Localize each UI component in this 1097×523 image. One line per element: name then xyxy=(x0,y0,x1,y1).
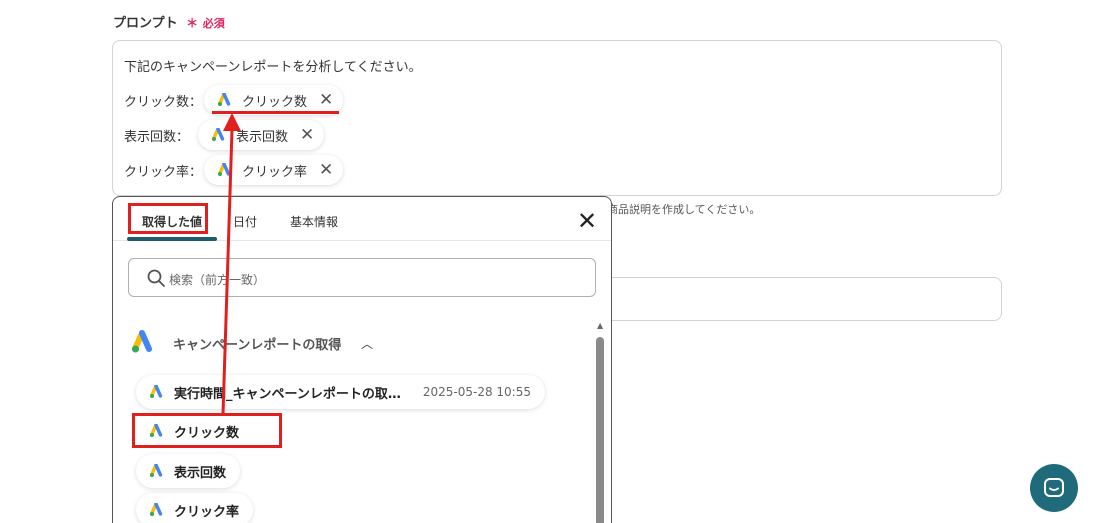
close-icon[interactable]: ✕ xyxy=(577,209,597,233)
next-field-input[interactable] xyxy=(600,277,1002,321)
google-ads-icon xyxy=(150,503,163,516)
scroll-up-arrow-icon[interactable]: ▲ xyxy=(597,321,603,330)
workflow-editor: プロンプト ＊ 必須 下記のキャンペーンレポートを分析してください。 クリック数… xyxy=(0,0,1097,523)
chip-label: クリック数 xyxy=(242,94,308,110)
item-label: 実行時間_キャンペーンレポートの取… xyxy=(174,386,401,402)
prompt-label-text: プロンプト xyxy=(113,16,178,31)
scrollbar-thumb[interactable] xyxy=(596,337,604,523)
list-item-impressions[interactable]: 表示回数 xyxy=(136,454,241,488)
google-ads-icon xyxy=(212,128,225,141)
close-icon[interactable]: ✕ xyxy=(300,126,314,144)
prompt-row-label-ctr: クリック率： xyxy=(124,165,203,180)
google-ads-icon xyxy=(150,385,163,398)
tab-basic-info[interactable]: 基本情報 xyxy=(290,213,338,230)
prompt-row-label-clicks: クリック数： xyxy=(124,95,203,110)
required-text: 必須 xyxy=(202,17,225,30)
chip-label: 表示回数 xyxy=(236,129,289,145)
search-icon xyxy=(147,269,165,287)
item-label: クリック率 xyxy=(174,504,240,520)
search-placeholder: 検索（前方一致） xyxy=(169,273,266,287)
prompt-hint-text: 商品説明を作成してください。 xyxy=(607,203,761,216)
chat-support-button[interactable] xyxy=(1030,464,1078,512)
google-ads-icon xyxy=(218,93,231,106)
item-label: 表示回数 xyxy=(174,465,227,481)
chip-label: クリック率 xyxy=(242,164,308,180)
prompt-row-label-impressions: 表示回数： xyxy=(124,130,190,145)
list-item-exec-time[interactable]: 実行時間_キャンペーンレポートの取… 2025-05-28 10:55 xyxy=(136,375,545,409)
prompt-line-1: 下記のキャンペーンレポートを分析してください。 xyxy=(124,60,422,75)
annotation-tab-highlight xyxy=(128,203,208,234)
google-ads-icon xyxy=(150,464,163,477)
chevron-up-icon[interactable]: ︿ xyxy=(361,335,373,352)
close-icon[interactable]: ✕ xyxy=(319,161,333,179)
google-ads-icon xyxy=(218,163,231,176)
item-date: 2025-05-28 10:55 xyxy=(422,385,531,399)
close-icon[interactable]: ✕ xyxy=(319,91,333,109)
active-tab-indicator xyxy=(127,237,217,241)
tab-date[interactable]: 日付 xyxy=(233,213,257,230)
group-title[interactable]: キャンペーンレポートの取得 xyxy=(173,334,341,353)
variable-chip-ctr[interactable]: クリック率 ✕ xyxy=(204,155,344,185)
search-input[interactable]: 検索（前方一致） xyxy=(128,258,596,297)
google-ads-icon xyxy=(132,330,152,353)
variable-picker-panel: 取得した値 日付 基本情報 ✕ 検索（前方一致） キャンペーンレポートの取得 ︿ xyxy=(112,196,612,523)
annotation-underline xyxy=(212,111,339,114)
required-mark: ＊ xyxy=(186,16,199,30)
list-item-ctr[interactable]: クリック率 xyxy=(136,493,254,523)
prompt-field-label: プロンプト ＊ 必須 xyxy=(113,12,225,31)
chat-icon xyxy=(1044,478,1064,497)
annotation-item-highlight xyxy=(132,413,282,448)
variable-chip-impressions[interactable]: 表示回数 ✕ xyxy=(198,120,325,150)
